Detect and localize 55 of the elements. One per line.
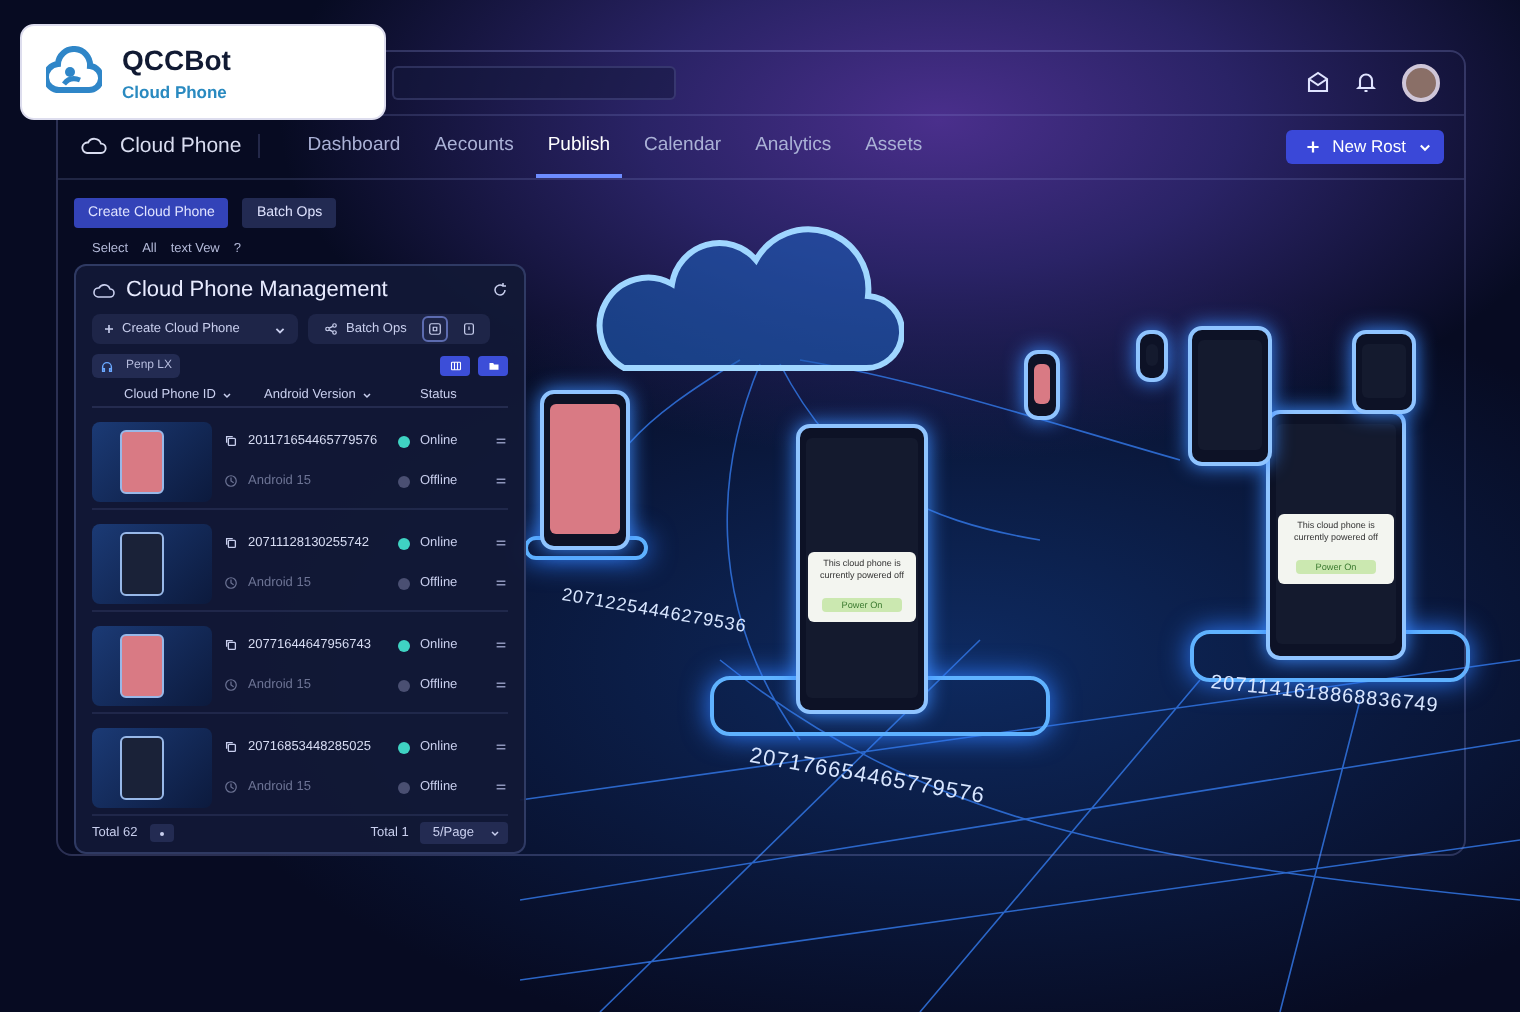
bell-icon[interactable] [1354,70,1378,95]
caret-icon [1418,139,1432,154]
menu-icon[interactable] [494,740,508,755]
caret-icon [274,323,286,335]
phone-thumbnail [92,421,212,502]
nav-tab[interactable]: Aecounts [422,115,526,178]
share-icon [324,322,338,336]
headset-icon [100,359,114,373]
panel-title: Cloud Phone Management [126,278,388,302]
menu-icon[interactable] [494,638,508,653]
menu-icon[interactable] [494,780,508,795]
search-field[interactable] [392,65,676,100]
page-button[interactable] [149,824,174,843]
mail-icon[interactable] [1306,70,1330,95]
plus-icon [104,324,114,334]
clock-icon [224,576,238,591]
phone-drawing [1136,330,1168,382]
logo-icon [46,46,102,98]
brand-subtitle: Cloud Phone [122,81,229,101]
cloud-icon [92,281,116,299]
menu-icon[interactable] [494,678,508,693]
menu-icon[interactable] [494,576,508,591]
nav-tab[interactable]: Analytics [743,115,844,178]
clock-icon [224,780,238,795]
copy-icon [224,638,238,653]
phone-thumbnail [92,625,212,706]
nav-tab[interactable]: Calendar [632,115,734,178]
clock-icon [224,474,238,489]
nav-tab[interactable]: Assets [853,115,935,178]
menu-icon[interactable] [494,474,508,489]
brand-name: QCCBot [122,43,231,75]
menu-icon[interactable] [494,536,508,551]
new-post-button[interactable]: New Rost [1286,129,1444,164]
phone-thumbnail [92,523,212,604]
clock-icon [224,678,238,693]
app-title: Cloud Phone [120,134,242,159]
grid-icon [428,322,443,336]
refresh-icon[interactable] [492,282,508,298]
copy-icon [224,434,238,449]
nav-tab[interactable]: Publish [535,115,622,178]
copy-icon [224,536,238,551]
folder-icon [487,360,499,372]
columns-button[interactable] [440,356,470,376]
copy-icon [224,740,238,755]
cloud-icon [80,136,108,157]
caret-icon [490,828,500,839]
nav-tab[interactable]: Dashboard [295,115,413,178]
phone-drawing [1024,350,1060,420]
device-icon [462,322,477,336]
grid-button[interactable] [422,316,449,342]
columns-icon [449,360,461,372]
menu-icon[interactable] [494,434,508,449]
plus-icon [1306,139,1321,154]
phone-thumbnail [92,727,212,808]
folder-button[interactable] [478,356,508,376]
